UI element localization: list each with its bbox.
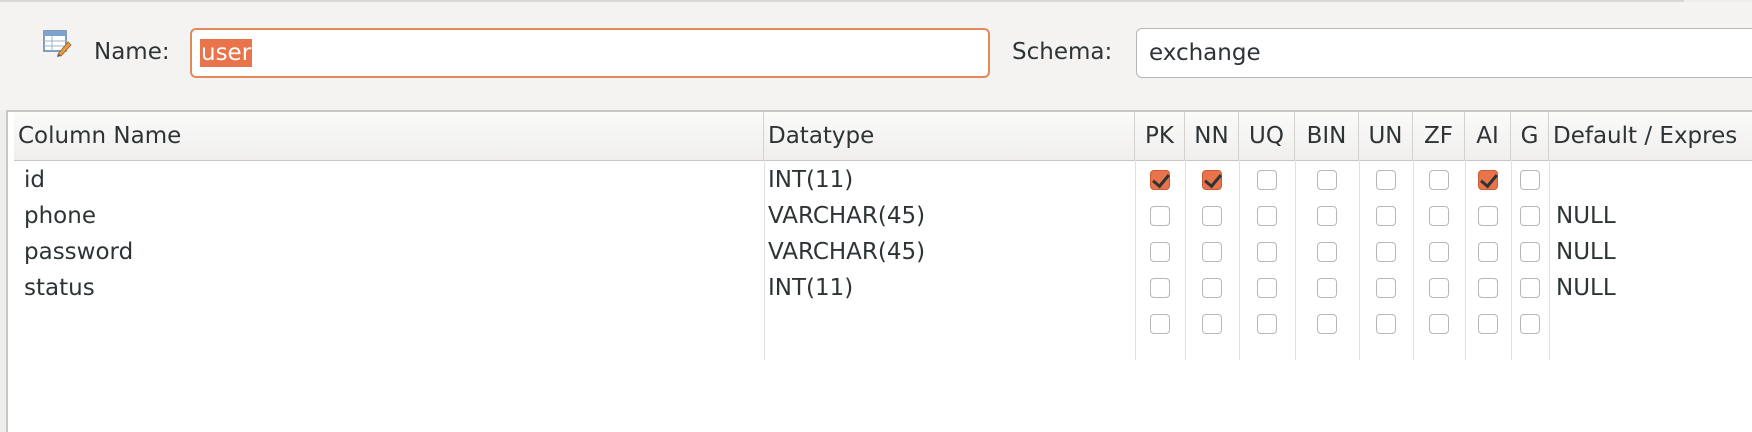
checkbox-bin[interactable] bbox=[1317, 314, 1337, 334]
checkbox-ai[interactable] bbox=[1478, 170, 1498, 190]
checkbox-g[interactable] bbox=[1520, 206, 1540, 226]
checkbox-zf[interactable] bbox=[1429, 242, 1449, 262]
table-row[interactable]: id INT(11) bbox=[14, 160, 1752, 200]
column-name-cell[interactable]: status bbox=[24, 268, 95, 308]
checkbox-nn[interactable] bbox=[1202, 278, 1222, 298]
header-uq[interactable]: UQ bbox=[1239, 112, 1295, 160]
column-name-cell[interactable]: phone bbox=[24, 196, 96, 236]
checkbox-ai[interactable] bbox=[1478, 242, 1498, 262]
datatype-cell[interactable]: INT(11) bbox=[768, 160, 853, 200]
checkbox-g[interactable] bbox=[1520, 170, 1540, 190]
schema-value: exchange bbox=[1149, 40, 1261, 66]
header-pk[interactable]: PK bbox=[1135, 112, 1185, 160]
checkbox-uq[interactable] bbox=[1257, 314, 1277, 334]
checkbox-nn[interactable] bbox=[1202, 206, 1222, 226]
checkbox-bin[interactable] bbox=[1317, 206, 1337, 226]
checkbox-nn[interactable] bbox=[1202, 170, 1222, 190]
checkbox-zf[interactable] bbox=[1429, 206, 1449, 226]
header-g[interactable]: G bbox=[1511, 112, 1549, 160]
checkbox-bin[interactable] bbox=[1317, 170, 1337, 190]
table-name-input[interactable]: user bbox=[190, 28, 990, 78]
header-bin[interactable]: BIN bbox=[1295, 112, 1359, 160]
checkbox-ai[interactable] bbox=[1478, 206, 1498, 226]
table-name-value: user bbox=[200, 39, 253, 67]
checkbox-g[interactable] bbox=[1520, 242, 1540, 262]
checkbox-g[interactable] bbox=[1520, 314, 1540, 334]
columns-grid-header: Column Name Datatype PK NN UQ BIN UN ZF … bbox=[14, 112, 1752, 161]
checkbox-un[interactable] bbox=[1376, 278, 1396, 298]
schema-label: Schema: bbox=[1012, 39, 1113, 65]
header-zf[interactable]: ZF bbox=[1413, 112, 1465, 160]
checkbox-nn[interactable] bbox=[1202, 242, 1222, 262]
checkbox-g[interactable] bbox=[1520, 278, 1540, 298]
checkbox-bin[interactable] bbox=[1317, 242, 1337, 262]
checkbox-zf[interactable] bbox=[1429, 314, 1449, 334]
default-expression-cell[interactable]: NULL bbox=[1556, 196, 1616, 236]
header-nn[interactable]: NN bbox=[1185, 112, 1239, 160]
checkbox-uq[interactable] bbox=[1257, 206, 1277, 226]
table-row[interactable] bbox=[14, 304, 1752, 344]
checkbox-un[interactable] bbox=[1376, 206, 1396, 226]
checkbox-pk[interactable] bbox=[1150, 170, 1170, 190]
table-editor-header: Name: user Schema: exchange bbox=[0, 2, 1752, 110]
datatype-cell[interactable]: INT(11) bbox=[768, 268, 853, 308]
checkbox-zf[interactable] bbox=[1429, 278, 1449, 298]
checkbox-ai[interactable] bbox=[1478, 314, 1498, 334]
datatype-cell[interactable]: VARCHAR(45) bbox=[768, 196, 925, 236]
header-ai[interactable]: AI bbox=[1465, 112, 1511, 160]
table-row[interactable]: password VARCHAR(45) NULL bbox=[14, 232, 1752, 272]
table-row[interactable]: phone VARCHAR(45) NULL bbox=[14, 196, 1752, 236]
checkbox-uq[interactable] bbox=[1257, 278, 1277, 298]
default-expression-cell[interactable]: NULL bbox=[1556, 268, 1616, 308]
checkbox-ai[interactable] bbox=[1478, 278, 1498, 298]
checkbox-pk[interactable] bbox=[1150, 314, 1170, 334]
column-name-cell[interactable]: password bbox=[24, 232, 133, 272]
header-default-expression[interactable]: Default / Expres bbox=[1549, 112, 1752, 160]
datatype-cell[interactable]: VARCHAR(45) bbox=[768, 232, 925, 272]
header-un[interactable]: UN bbox=[1359, 112, 1413, 160]
table-edit-icon bbox=[43, 30, 72, 57]
checkbox-pk[interactable] bbox=[1150, 278, 1170, 298]
header-column-name[interactable]: Column Name bbox=[14, 112, 764, 160]
columns-grid[interactable]: Column Name Datatype PK NN UQ BIN UN ZF … bbox=[6, 110, 1752, 432]
checkbox-bin[interactable] bbox=[1317, 278, 1337, 298]
checkbox-un[interactable] bbox=[1376, 170, 1396, 190]
name-label: Name: bbox=[94, 39, 170, 65]
checkbox-un[interactable] bbox=[1376, 314, 1396, 334]
checkbox-zf[interactable] bbox=[1429, 170, 1449, 190]
checkbox-un[interactable] bbox=[1376, 242, 1396, 262]
default-expression-cell[interactable]: NULL bbox=[1556, 232, 1616, 272]
checkbox-pk[interactable] bbox=[1150, 206, 1170, 226]
header-datatype[interactable]: Datatype bbox=[764, 112, 1135, 160]
checkbox-uq[interactable] bbox=[1257, 170, 1277, 190]
column-name-cell[interactable]: id bbox=[24, 160, 45, 200]
checkbox-nn[interactable] bbox=[1202, 314, 1222, 334]
checkbox-uq[interactable] bbox=[1257, 242, 1277, 262]
checkbox-pk[interactable] bbox=[1150, 242, 1170, 262]
table-row[interactable]: status INT(11) NULL bbox=[14, 268, 1752, 308]
schema-input[interactable]: exchange bbox=[1136, 28, 1752, 78]
